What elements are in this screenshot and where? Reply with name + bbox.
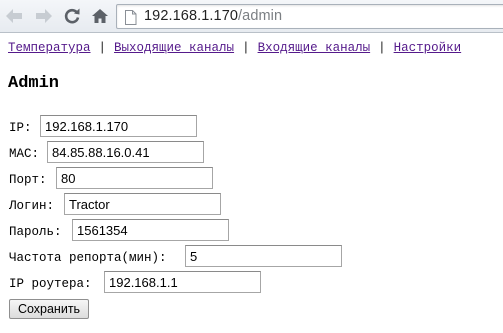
nav-link-temperature[interactable]: Температура (8, 41, 91, 55)
address-url: 192.168.1.170/admin (144, 8, 282, 24)
port-label: Порт: (9, 173, 47, 187)
nav-link-outgoing-channels[interactable]: Выходящие каналы (114, 41, 234, 55)
mac-label: MAC: (9, 147, 40, 161)
reload-icon (64, 8, 80, 24)
address-bar[interactable]: 192.168.1.170/admin (116, 4, 503, 29)
nav-separator: | (378, 41, 386, 55)
password-label: Пароль: (9, 225, 62, 239)
nav-link-settings[interactable]: Настройки (394, 41, 462, 55)
url-path: /admin (238, 8, 283, 24)
report-frequency-field[interactable] (185, 245, 342, 267)
home-button[interactable] (89, 5, 111, 27)
nav-link-incoming-channels[interactable]: Входящие каналы (258, 41, 371, 55)
login-label: Логин: (9, 199, 55, 213)
save-button[interactable]: Сохранить (9, 299, 89, 319)
home-icon (92, 9, 108, 23)
port-field[interactable] (56, 167, 213, 189)
nav-separator: | (98, 41, 107, 55)
router-ip-field[interactable] (104, 271, 261, 293)
page-icon (125, 10, 137, 25)
back-arrow-icon (6, 9, 22, 23)
password-field[interactable] (72, 219, 229, 241)
report-frequency-label: Частота репорта(мин): (9, 251, 167, 265)
nav-links: Температура | Выходящие каналы | Входящие ка… (8, 41, 461, 55)
url-host: 192.168.1.170 (144, 8, 239, 24)
ip-field[interactable] (40, 115, 197, 137)
mac-field[interactable] (47, 141, 204, 163)
nav-separator: | (242, 41, 250, 55)
login-field[interactable] (64, 193, 221, 215)
ip-label: IP: (9, 121, 32, 135)
forward-button[interactable] (33, 5, 55, 27)
router-ip-label: IP роутера: (9, 277, 92, 291)
forward-arrow-icon (36, 9, 52, 23)
page-title: Admin (8, 74, 60, 93)
browser-toolbar: 192.168.1.170/admin (0, 0, 503, 33)
reload-button[interactable] (61, 5, 83, 27)
back-button[interactable] (3, 5, 25, 27)
